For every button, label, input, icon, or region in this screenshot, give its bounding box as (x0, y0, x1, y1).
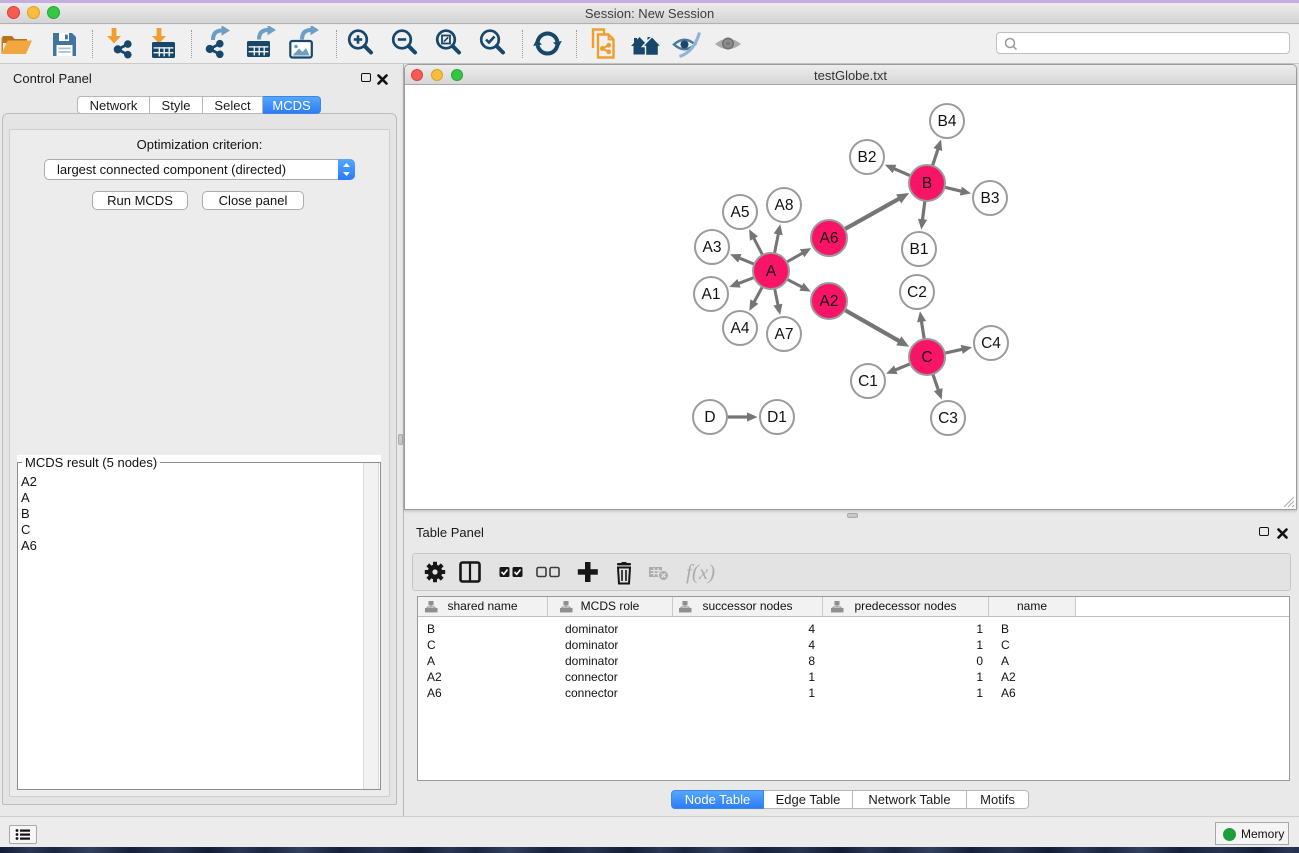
svg-text:C: C (921, 349, 932, 366)
svg-text:A5: A5 (731, 204, 750, 221)
svg-text:B1: B1 (910, 241, 929, 258)
svg-text:B4: B4 (938, 113, 957, 130)
svg-text:B2: B2 (858, 149, 877, 166)
svg-text:A7: A7 (775, 326, 794, 343)
svg-text:A3: A3 (703, 239, 722, 256)
svg-text:C3: C3 (938, 410, 958, 427)
svg-text:B3: B3 (981, 190, 1000, 207)
svg-text:A2: A2 (820, 293, 839, 310)
svg-text:C2: C2 (907, 284, 927, 301)
svg-text:A: A (766, 263, 777, 280)
svg-text:A8: A8 (775, 197, 794, 214)
svg-text:D1: D1 (767, 409, 787, 426)
svg-text:C1: C1 (858, 373, 878, 390)
svg-text:A6: A6 (820, 230, 839, 247)
svg-text:A4: A4 (731, 320, 750, 337)
svg-text:A1: A1 (702, 286, 721, 303)
svg-text:D: D (704, 409, 715, 426)
svg-text:C4: C4 (981, 335, 1001, 352)
svg-text:B: B (922, 175, 932, 192)
